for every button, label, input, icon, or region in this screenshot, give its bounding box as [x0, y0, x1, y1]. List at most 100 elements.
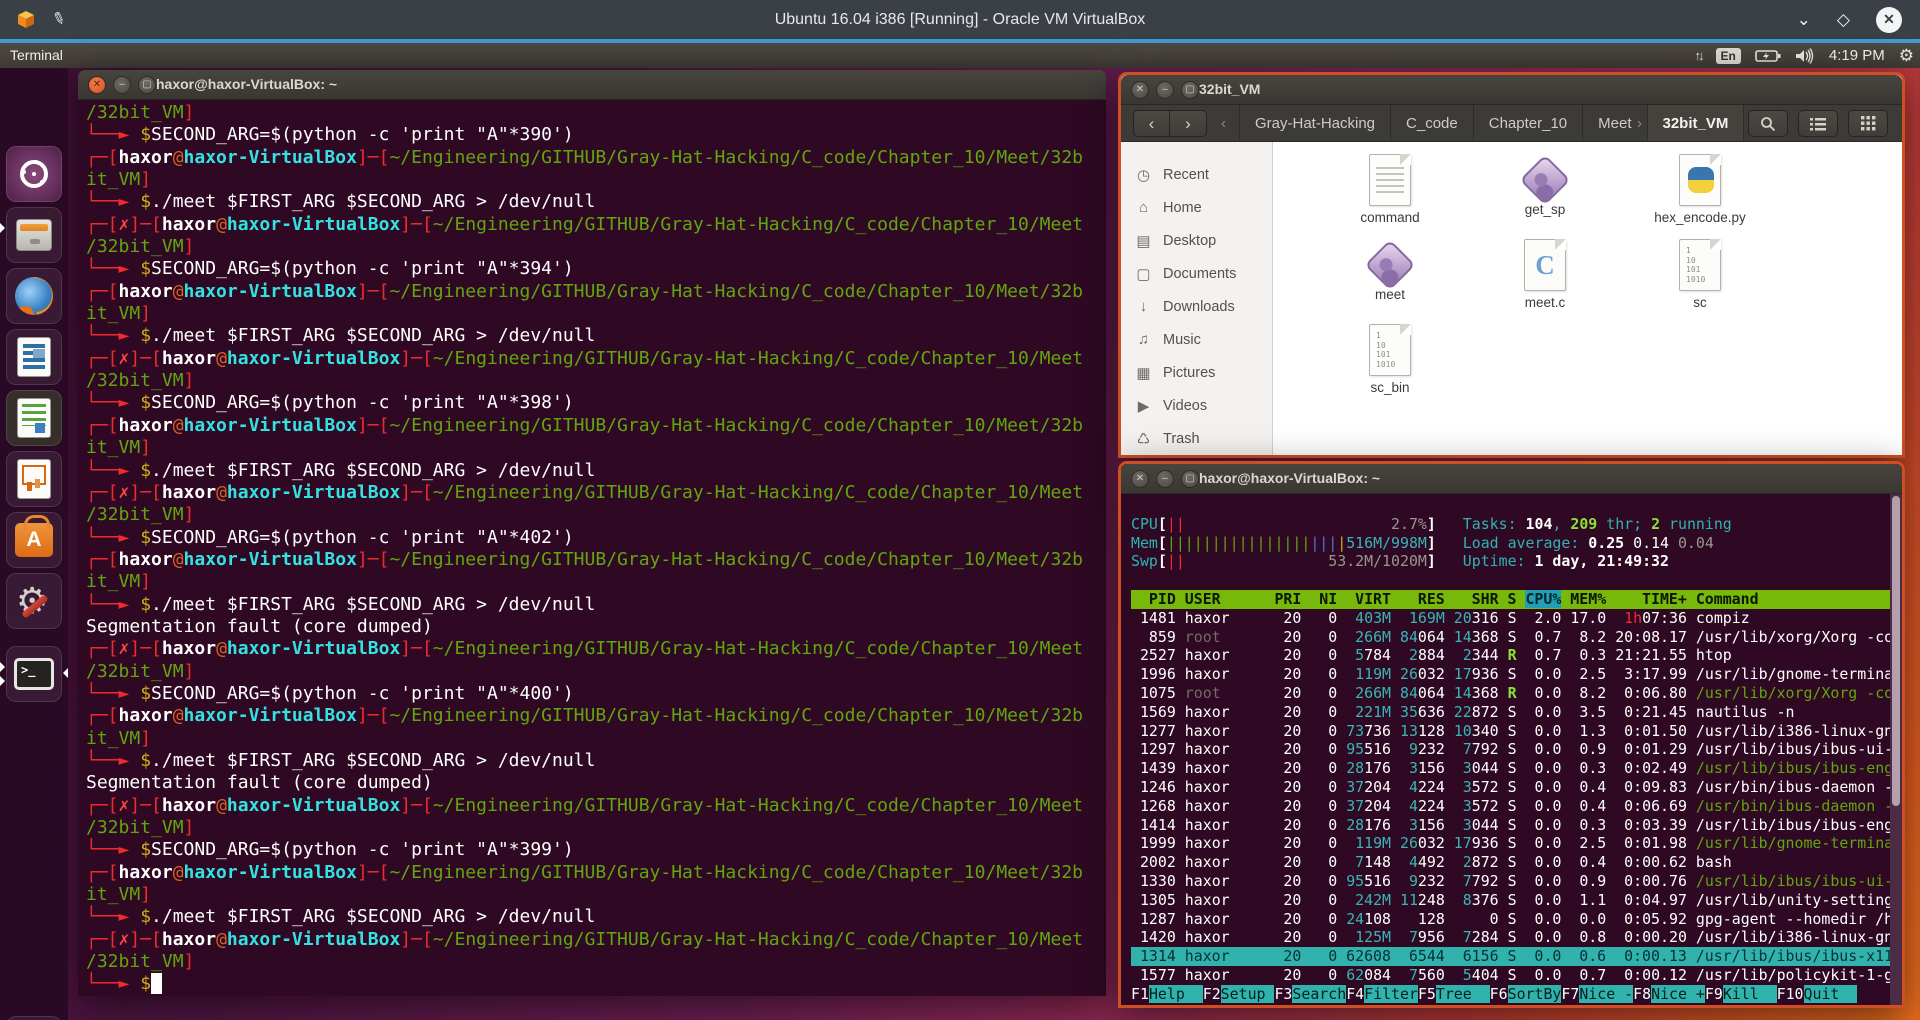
sidebar-item-documents[interactable]: ▢Documents	[1121, 257, 1272, 290]
fkey-F10-label[interactable]: Quit	[1804, 985, 1858, 1003]
window-close-icon[interactable]: ✕	[88, 76, 106, 94]
breadcrumb-item-Chapter_10[interactable]: Chapter_10	[1473, 105, 1582, 141]
launcher-item-writer-icon[interactable]	[6, 329, 62, 385]
sidebar-item-recent[interactable]: ◷Recent	[1121, 158, 1272, 191]
process-row[interactable]: 1481 haxor 20 0 403M 169M 20316 S 2.0 17…	[1131, 609, 1890, 628]
launcher-item-terminal-icon[interactable]: >_	[6, 646, 62, 702]
fkey-F8-label[interactable]: Nice +	[1651, 985, 1705, 1003]
clock-label[interactable]: 4:19 PM	[1829, 47, 1885, 64]
breadcrumb-scroll-left-icon[interactable]: ‹	[1221, 115, 1226, 132]
terminal-titlebar[interactable]: ✕ – ▢ haxor@haxor-VirtualBox: ~	[78, 70, 1106, 100]
fkey-F7-label[interactable]: Nice -	[1579, 985, 1633, 1003]
fkey-F9-label[interactable]: Kill	[1723, 985, 1777, 1003]
process-row[interactable]: 859 root 20 0 266M 84064 14368 S 0.7 8.2…	[1131, 628, 1890, 647]
process-row[interactable]: 1999 haxor 20 0 119M 26032 17936 S 0.0 2…	[1131, 834, 1890, 853]
breadcrumb-item-C_code[interactable]: C_code	[1390, 105, 1473, 141]
volume-icon[interactable]	[1795, 48, 1815, 64]
window-minimize-icon[interactable]: –	[1156, 81, 1174, 99]
fkey-F1-label[interactable]: Help	[1149, 985, 1203, 1003]
file-item-meet[interactable]: meet	[1325, 239, 1455, 324]
fkey-F1[interactable]: F1	[1131, 985, 1149, 1003]
fkey-F10[interactable]: F10	[1777, 985, 1804, 1003]
terminal-window[interactable]: ✕ – ▢ haxor@haxor-VirtualBox: ~ /32bit_V…	[78, 70, 1106, 996]
htop-titlebar[interactable]: ✕ – ▢ haxor@haxor-VirtualBox: ~	[1121, 464, 1902, 494]
htop-table-header[interactable]: PID USER PRI NI VIRT RES SHR S CPU% MEM%…	[1131, 590, 1890, 609]
process-row[interactable]: 1314 haxor 20 0 62608 6544 6156 S 0.0 0.…	[1131, 947, 1890, 966]
process-row[interactable]: 1287 haxor 20 0 24108 128 0 S 0.0 0.0 0:…	[1131, 910, 1890, 929]
launcher-item-firefox-icon[interactable]	[6, 268, 62, 324]
sidebar-item-downloads[interactable]: ↓Downloads	[1121, 290, 1272, 323]
keyboard-layout-badge[interactable]: En	[1716, 48, 1741, 64]
window-maximize-icon[interactable]: ▢	[138, 76, 156, 94]
process-row[interactable]: 1996 haxor 20 0 119M 26032 17936 S 0.0 2…	[1131, 665, 1890, 684]
fkey-F8[interactable]: F8	[1633, 985, 1651, 1003]
fkey-F3-label[interactable]: Search	[1292, 985, 1346, 1003]
battery-icon[interactable]	[1755, 49, 1781, 63]
sidebar-item-desktop[interactable]: ▤Desktop	[1121, 224, 1272, 257]
htop-content[interactable]: CPU[|| 2.7%] Tasks: 104, 209 thr; 2 runn…	[1121, 494, 1890, 1005]
fkey-F6[interactable]: F6	[1490, 985, 1508, 1003]
scrollbar[interactable]	[1890, 494, 1902, 1005]
fkey-F3[interactable]: F3	[1274, 985, 1292, 1003]
fkey-F4-label[interactable]: Filter	[1364, 985, 1418, 1003]
file-item-hex_encode.py[interactable]: hex_encode.py	[1635, 154, 1765, 239]
process-row[interactable]: 2002 haxor 20 0 7148 4492 2872 S 0.0 0.4…	[1131, 853, 1890, 872]
breadcrumb-item-32bit_VM[interactable]: 32bit_VM	[1647, 105, 1745, 141]
process-row[interactable]: 1075 root 20 0 266M 84064 14368 R 0.0 8.…	[1131, 684, 1890, 703]
fkey-F4[interactable]: F4	[1346, 985, 1364, 1003]
sidebar-item-pictures[interactable]: ▦Pictures	[1121, 356, 1272, 389]
launcher-item-trash-icon[interactable]	[6, 1016, 62, 1020]
launcher-item-files-icon[interactable]	[6, 207, 62, 263]
window-maximize-icon[interactable]: ▢	[1181, 81, 1199, 99]
fkey-F2-label[interactable]: Setup	[1221, 985, 1275, 1003]
sidebar-item-videos[interactable]: ▶Videos	[1121, 389, 1272, 422]
scrollbar-thumb[interactable]	[1892, 496, 1900, 806]
breadcrumb-item-Gray-Hat-Hacking[interactable]: Gray-Hat-Hacking	[1239, 105, 1390, 141]
window-close-icon[interactable]: ✕	[1131, 81, 1149, 99]
launcher-item-calc-icon[interactable]	[6, 390, 62, 446]
chevron-down-icon[interactable]: ⌄	[1797, 10, 1811, 30]
file-item-sc_bin[interactable]: 1 10 101 1010sc_bin	[1325, 324, 1455, 409]
back-button[interactable]: ‹	[1133, 110, 1170, 137]
process-row[interactable]: 1305 haxor 20 0 242M 11248 8376 S 0.0 1.…	[1131, 891, 1890, 910]
launcher-item-settings-icon[interactable]: ⚙	[6, 573, 62, 629]
fkey-F5[interactable]: F5	[1418, 985, 1436, 1003]
htop-window[interactable]: ✕ – ▢ haxor@haxor-VirtualBox: ~ CPU[|| 2…	[1118, 461, 1905, 1008]
process-row[interactable]: 1297 haxor 20 0 95516 9232 7792 S 0.0 0.…	[1131, 740, 1890, 759]
process-row[interactable]: 1330 haxor 20 0 95516 9232 7792 S 0.0 0.…	[1131, 872, 1890, 891]
file-item-sc[interactable]: 1 10 101 1010sc	[1635, 239, 1765, 324]
process-row[interactable]: 1246 haxor 20 0 37204 4224 3572 S 0.0 0.…	[1131, 778, 1890, 797]
process-row[interactable]: 1414 haxor 20 0 28176 3156 3044 S 0.0 0.…	[1131, 816, 1890, 835]
window-maximize-icon[interactable]: ▢	[1181, 470, 1199, 488]
fkey-F6-label[interactable]: SortBy	[1508, 985, 1562, 1003]
forward-button[interactable]: ›	[1170, 110, 1207, 137]
app-menu-label[interactable]: Terminal	[10, 47, 63, 63]
launcher-item-software-icon[interactable]: A	[6, 512, 62, 568]
file-item-get_sp[interactable]: get_sp	[1480, 154, 1610, 239]
list-view-button[interactable]	[1798, 110, 1838, 137]
htop-function-key-bar[interactable]: F1Help F2Setup F3SearchF4FilterF5Tree F6…	[1131, 985, 1890, 1004]
fkey-F5-label[interactable]: Tree	[1436, 985, 1490, 1003]
process-row[interactable]: 1420 haxor 20 0 125M 7956 7284 S 0.0 0.8…	[1131, 928, 1890, 947]
process-row[interactable]: 2527 haxor 20 0 5784 2884 2344 R 0.7 0.3…	[1131, 646, 1890, 665]
grid-view-button[interactable]	[1848, 110, 1888, 137]
file-manager-window[interactable]: ✕ – ▢ 32bit_VM ‹ › ‹ Gray-Hat-HackingC_c…	[1118, 72, 1905, 458]
window-minimize-icon[interactable]: –	[113, 76, 131, 94]
process-row[interactable]: 1577 haxor 20 0 62084 7560 5404 S 0.0 0.…	[1131, 966, 1890, 985]
window-minimize-icon[interactable]: –	[1156, 470, 1174, 488]
process-row[interactable]: 1439 haxor 20 0 28176 3156 3044 S 0.0 0.…	[1131, 759, 1890, 778]
window-close-icon[interactable]: ✕	[1131, 470, 1149, 488]
file-item-command[interactable]: command	[1325, 154, 1455, 239]
file-item-meet.c[interactable]: Cmeet.c	[1480, 239, 1610, 324]
terminal-output[interactable]: /32bit_VM]└──► $SECOND_ARG=$(python -c '…	[78, 100, 1106, 996]
fkey-F9[interactable]: F9	[1705, 985, 1723, 1003]
restore-diamond-icon[interactable]: ◇	[1837, 10, 1850, 30]
sidebar-item-trash[interactable]: ♺Trash	[1121, 422, 1272, 455]
process-row[interactable]: 1569 haxor 20 0 221M 35636 22872 S 0.0 3…	[1131, 703, 1890, 722]
file-manager-titlebar[interactable]: ✕ – ▢ 32bit_VM	[1121, 75, 1902, 105]
process-row[interactable]: 1277 haxor 20 0 73736 13128 10340 S 0.0 …	[1131, 722, 1890, 741]
fkey-F7[interactable]: F7	[1561, 985, 1579, 1003]
close-icon[interactable]: ✕	[1876, 7, 1902, 33]
keyboard-indicator-icon[interactable]: ↑↓	[1695, 48, 1702, 63]
launcher-item-dash-icon[interactable]	[6, 146, 62, 202]
